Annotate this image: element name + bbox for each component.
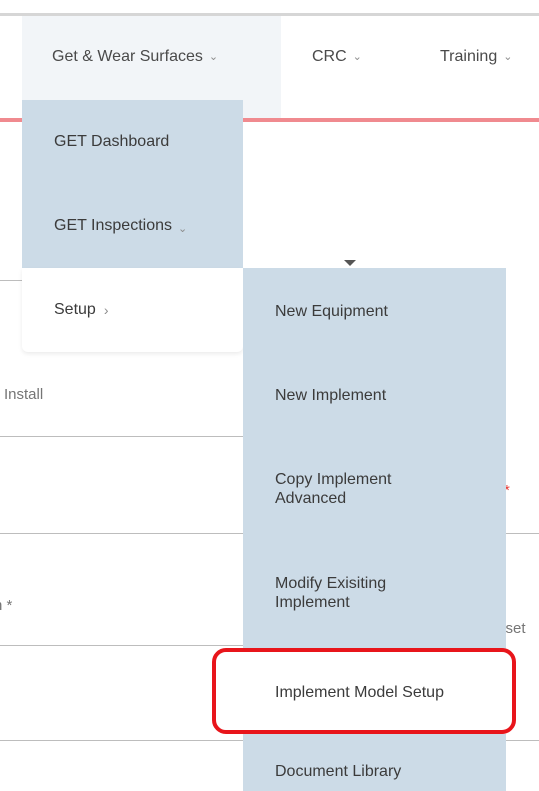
nav-label: Get & Wear Surfaces <box>52 48 203 65</box>
menu-item-label: Copy Implement Advanced <box>275 471 392 507</box>
menu-item-modify-existing-implement[interactable]: Modify Exisiting Implement <box>243 574 413 612</box>
nav-crc[interactable]: CRC ⌄ <box>312 16 362 120</box>
dropdown-menu-level2: New Equipment New Implement Copy Impleme… <box>243 268 506 791</box>
menu-item-label: GET Dashboard <box>54 133 170 150</box>
divider <box>0 740 243 741</box>
chevron-right-icon: › <box>103 302 109 318</box>
divider <box>0 436 243 437</box>
chevron-down-icon: ⌄ <box>352 51 362 63</box>
menu-item-label: New Implement <box>275 387 387 404</box>
menu-item-new-equipment[interactable]: New Equipment <box>243 302 506 321</box>
field-label-partial: n * <box>0 597 13 614</box>
caret-down-icon <box>344 260 356 266</box>
top-strip <box>0 0 539 16</box>
menu-item-label: Implement Model Setup <box>275 683 444 701</box>
nav-label: CRC <box>312 48 347 65</box>
menu-item-new-implement[interactable]: New Implement <box>243 386 506 405</box>
menu-item-label: New Equipment <box>275 303 388 320</box>
menu-item-get-dashboard[interactable]: GET Dashboard <box>22 100 243 184</box>
divider <box>0 533 243 534</box>
divider <box>506 740 539 741</box>
menu-item-copy-implement-advanced[interactable]: Copy Implement Advanced <box>243 470 413 508</box>
menu-item-get-inspections[interactable]: GET Inspections ⌄ <box>22 184 243 268</box>
menu-item-setup[interactable]: Setup › <box>22 268 243 352</box>
menu-item-label: Setup <box>54 301 96 318</box>
divider <box>0 280 22 281</box>
divider <box>0 645 243 646</box>
chevron-down-icon: ⌄ <box>177 222 188 235</box>
menu-item-document-library[interactable]: Document Library <box>243 762 506 781</box>
nav-training[interactable]: Training ⌄ <box>440 16 512 120</box>
dropdown-menu-level1: GET Dashboard GET Inspections ⌄ Setup › <box>22 100 243 352</box>
menu-item-label: GET Inspections <box>54 217 172 234</box>
install-label: Install <box>4 386 44 403</box>
menu-item-implement-model-setup[interactable]: Implement Model Setup <box>243 650 506 734</box>
nav-label: Training <box>440 48 498 65</box>
menu-item-label: Modify Exisiting Implement <box>275 575 387 611</box>
menu-item-label: Document Library <box>275 763 402 780</box>
divider <box>506 533 539 534</box>
chevron-down-icon: ⌄ <box>208 51 219 63</box>
chevron-down-icon: ⌄ <box>503 51 513 63</box>
